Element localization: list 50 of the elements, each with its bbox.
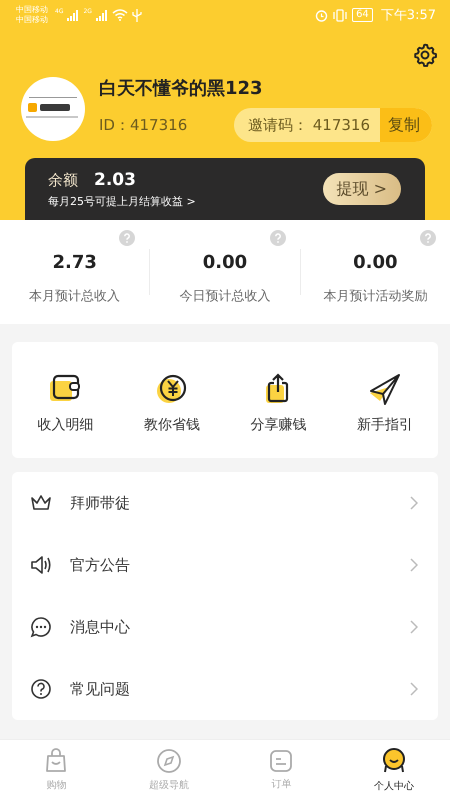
crown-icon [30,493,52,513]
chevron-right-icon [410,682,418,696]
yen-coin-icon [154,372,189,406]
stat-label: 本月预计总收入 [29,288,120,304]
stat-value: 0.00 [202,252,248,272]
chat-bubble-icon [30,616,52,638]
alarm-icon [315,8,328,22]
vibrate-icon [332,8,348,22]
menu-item[interactable]: 官方公告 [12,534,438,596]
invite-code: 邀请码： 417316 [246,116,371,134]
chevron-right-icon [410,496,418,510]
shortcut-item[interactable]: 新手指引 [332,366,438,434]
chevron-right-icon [410,558,418,572]
shopping-bag-icon [44,748,68,774]
balance-label: 余额 [48,170,78,190]
smiley-icon [380,747,407,775]
compass-icon [156,748,182,774]
wifi-icon [112,9,128,21]
shortcut-item[interactable]: 分享赚钱 [225,366,332,434]
carrier-name: 中国移动 [16,5,48,15]
stat-value: 2.73 [52,252,97,272]
copy-button[interactable]: 复制 [380,108,432,142]
balance-amount: 2.03 [94,170,136,190]
stat-value: 0.00 [353,252,398,272]
signal-icon [96,10,108,20]
help-icon[interactable] [270,230,286,246]
user-name: 白天不懂爷的黑123 [99,77,264,100]
tab-item[interactable]: 个人中心 [338,740,450,800]
withdraw-button[interactable]: 提现 > [322,173,401,205]
stat-label: 本月预计活动奖励 [323,288,428,304]
usb-icon [132,8,142,22]
shortcut-item[interactable]: 收入明细 [12,366,118,434]
order-icon [269,749,294,773]
speaker-icon [30,555,52,575]
menu-item[interactable]: 拜师带徒 [12,472,438,534]
menu-item[interactable]: 常见问题 [12,658,438,720]
chevron-right-icon [410,620,418,634]
help-icon[interactable] [119,230,136,246]
question-icon [30,678,52,700]
settlement-link[interactable]: 每月25号可提上月结算收益 > [48,194,196,208]
shortcut-item[interactable]: 教你省钱 [118,366,225,434]
settings-icon[interactable] [412,42,438,68]
stat-label: 今日预计总收入 [179,288,270,304]
carrier-name: 中国移动 [16,15,48,25]
battery-level: 64 [352,8,373,22]
menu-item[interactable]: 消息中心 [12,596,438,658]
signal-icon [67,10,80,20]
clock-time: 下午3:57 [380,7,436,24]
user-id: ID：417316 [99,116,188,134]
help-icon[interactable] [420,230,436,246]
